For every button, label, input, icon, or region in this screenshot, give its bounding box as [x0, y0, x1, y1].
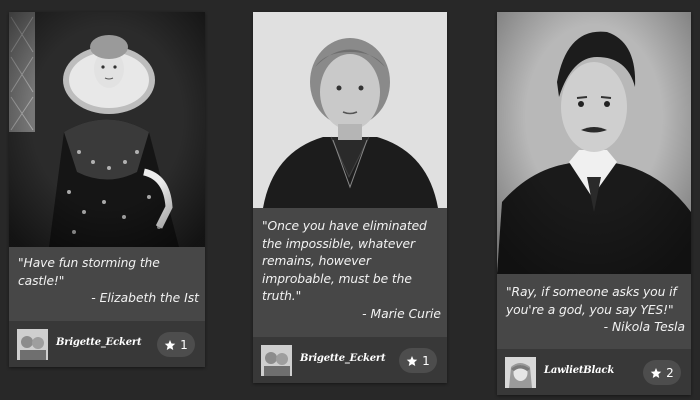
quote-author: - Nikola Tesla	[603, 320, 685, 334]
portrait-image[interactable]	[253, 12, 447, 208]
portrait-elizabeth	[9, 12, 205, 247]
username-link[interactable]: Brigette_Eckert	[56, 337, 142, 348]
favorite-button[interactable]: 1	[399, 348, 437, 373]
favorite-button[interactable]: 1	[157, 332, 195, 357]
card-footer: LawlietBlack 2	[497, 349, 691, 395]
user-avatar[interactable]	[261, 345, 292, 376]
avatar-image	[261, 345, 292, 376]
quote-card[interactable]: "Ray, if someone asks you if you're a go…	[497, 12, 691, 395]
username-link[interactable]: LawlietBlack	[544, 365, 614, 376]
quote-author: - Marie Curie	[362, 306, 441, 321]
portrait-image[interactable]	[9, 12, 205, 247]
favorite-count: 1	[180, 337, 188, 352]
quote-card[interactable]: "Have fun storming the castle!" - Elizab…	[9, 12, 205, 367]
card-footer: Brigette_Eckert 1	[9, 321, 205, 367]
star-icon	[650, 367, 662, 378]
quote-text: "Ray, if someone asks you if you're a go…	[506, 285, 677, 317]
portrait-curie	[253, 12, 447, 208]
favorite-count: 2	[666, 365, 674, 380]
card-footer: Brigette_Eckert 1	[253, 337, 447, 383]
quote-text: "Once you have eliminated the impossible…	[262, 219, 427, 303]
favorite-button[interactable]: 2	[643, 360, 681, 385]
portrait-tesla	[497, 12, 691, 274]
star-icon	[164, 339, 176, 350]
star-icon	[406, 355, 418, 366]
username-link[interactable]: Brigette_Eckert	[300, 353, 386, 364]
favorite-count: 1	[422, 353, 430, 368]
avatar-image	[505, 357, 536, 388]
user-avatar[interactable]	[17, 329, 48, 360]
quote-card[interactable]: "Once you have eliminated the impossible…	[253, 12, 447, 383]
quote-text: "Have fun storming the castle!"	[18, 256, 160, 288]
user-avatar[interactable]	[505, 357, 536, 388]
portrait-image[interactable]	[497, 12, 691, 274]
quote-author: - Elizabeth the Ist	[91, 291, 199, 305]
avatar-image	[17, 329, 48, 360]
